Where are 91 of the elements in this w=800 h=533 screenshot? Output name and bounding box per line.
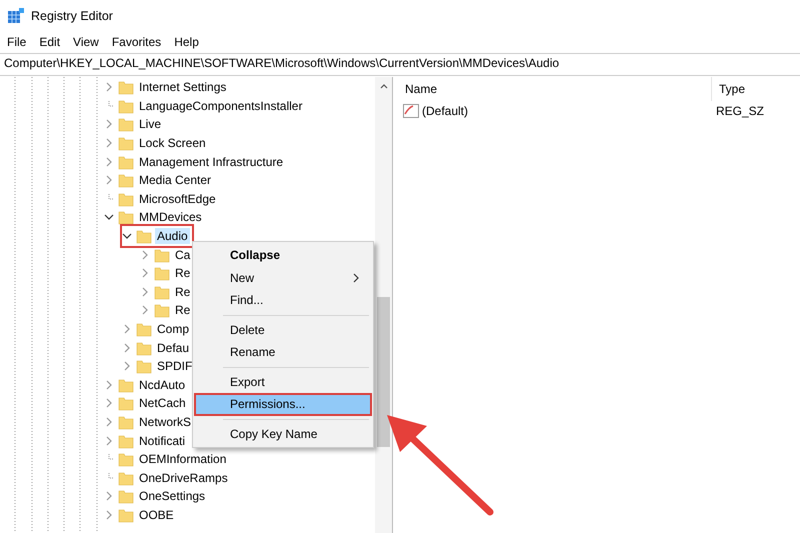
menu-item[interactable]: Delete: [194, 318, 372, 341]
value-name[interactable]: (Default): [422, 104, 468, 118]
chevron-right-icon[interactable]: [122, 324, 132, 334]
column-header[interactable]: Type: [711, 77, 746, 101]
folder-icon: [118, 154, 134, 170]
chevron-right-icon[interactable]: [104, 436, 114, 446]
chevron-right-icon[interactable]: [104, 82, 114, 92]
tree-item[interactable]: MMDevices: [137, 209, 204, 226]
folder-icon: [118, 135, 134, 152]
tree-item[interactable]: Media Center: [137, 172, 214, 188]
app-icon: [8, 8, 24, 24]
tree-item[interactable]: Re: [173, 302, 192, 318]
tree-item[interactable]: Re: [173, 284, 192, 300]
chevron-right-icon[interactable]: [122, 342, 132, 353]
chevron-right-icon[interactable]: [122, 361, 132, 372]
chevron-right-icon[interactable]: [104, 156, 114, 167]
string-value-icon: [403, 103, 419, 119]
menu-item[interactable]: Copy Key Name: [194, 422, 372, 445]
chevron-right-icon[interactable]: [140, 268, 150, 278]
address-field[interactable]: Computer\HKEY_LOCAL_MACHINE\SOFTWARE\Microsoft\Windows\CurrentVersion\MMDevices\Audio: [0, 53, 800, 76]
tree-item[interactable]: OneDriveRamps: [137, 470, 230, 486]
folder-icon: [118, 116, 134, 132]
scrollbar[interactable]: [375, 77, 392, 533]
tree-item[interactable]: NcdAuto: [137, 376, 188, 393]
tree-item[interactable]: Re: [173, 265, 192, 282]
tree-item[interactable]: SPDIF: [155, 358, 194, 374]
folder-icon: [136, 358, 152, 374]
menu-item[interactable]: Favorites: [112, 35, 162, 49]
column-header[interactable]: Name: [393, 82, 711, 96]
folder-icon: [118, 506, 134, 523]
folder-icon: [118, 376, 134, 393]
window-title: Registry Editor: [31, 9, 113, 23]
folder-icon: [154, 265, 170, 282]
tree-item[interactable]: Defau: [155, 340, 192, 356]
folder-icon: [118, 451, 134, 468]
folder-icon: [118, 488, 134, 504]
chevron-right-icon[interactable]: [104, 416, 114, 427]
tree-item[interactable]: OneSettings: [137, 488, 208, 504]
chevron-down-icon[interactable]: [104, 212, 114, 222]
folder-icon: [118, 98, 134, 114]
folder-icon: [118, 190, 134, 207]
menu-item[interactable]: Help: [174, 35, 199, 49]
folder-icon: [118, 432, 134, 449]
menu-item[interactable]: Find...: [194, 289, 372, 312]
tree-item[interactable]: LanguageComponentsInstaller: [137, 98, 304, 114]
folder-icon: [136, 340, 152, 356]
chevron-right-icon[interactable]: [104, 175, 114, 186]
scroll-thumb[interactable]: [377, 297, 390, 447]
chevron-right-icon[interactable]: [140, 250, 150, 260]
tree-item[interactable]: OOBE: [137, 506, 176, 523]
tree-item[interactable]: Notificati: [137, 432, 188, 449]
folder-icon: [136, 321, 152, 338]
chevron-right-icon[interactable]: [104, 398, 114, 408]
tree-item[interactable]: Management Infrastructure: [137, 154, 286, 170]
tree-item[interactable]: Audio: [155, 228, 190, 244]
tree-item[interactable]: Lock Screen: [137, 135, 208, 152]
folder-icon: [118, 414, 134, 430]
tree-item[interactable]: Ca: [173, 246, 192, 263]
menu-item[interactable]: Permissions...: [194, 393, 372, 416]
menu-item[interactable]: Edit: [39, 35, 60, 49]
folder-icon: [118, 470, 134, 486]
chevron-right-icon[interactable]: [140, 305, 150, 316]
folder-icon: [154, 246, 170, 263]
folder-icon: [118, 395, 134, 412]
menu-item[interactable]: Collapse: [194, 244, 372, 266]
tree-item[interactable]: Comp: [155, 321, 192, 338]
folder-icon: [136, 228, 152, 244]
folder-icon: [118, 172, 134, 188]
chevron-right-icon[interactable]: [104, 491, 114, 502]
chevron-right-icon[interactable]: [104, 510, 114, 520]
tree-item[interactable]: OEMInformation: [137, 451, 228, 468]
tree-item[interactable]: Internet Settings: [137, 79, 228, 96]
folder-icon: [154, 284, 170, 300]
chevron-right-icon[interactable]: [104, 119, 114, 130]
chevron-right-icon[interactable]: [104, 380, 114, 390]
value-type: REG_SZ: [715, 104, 764, 118]
chevron-down-icon[interactable]: [122, 231, 132, 242]
folder-icon: [154, 302, 170, 318]
tree-item[interactable]: Live: [137, 116, 164, 132]
menu-item[interactable]: Export: [194, 370, 372, 393]
tree-item[interactable]: MicrosoftEdge: [137, 190, 218, 207]
menu-item[interactable]: View: [73, 35, 99, 49]
menu-item[interactable]: File: [7, 35, 26, 49]
folder-icon: [118, 209, 134, 226]
folder-icon: [118, 79, 134, 96]
tree-item[interactable]: NetworkS: [137, 414, 194, 430]
chevron-right-icon[interactable]: [104, 138, 114, 148]
menu-item[interactable]: New: [194, 266, 372, 289]
menu-item[interactable]: Rename: [194, 341, 372, 364]
tree-item[interactable]: NetCach: [137, 395, 188, 412]
chevron-right-icon[interactable]: [140, 286, 150, 297]
